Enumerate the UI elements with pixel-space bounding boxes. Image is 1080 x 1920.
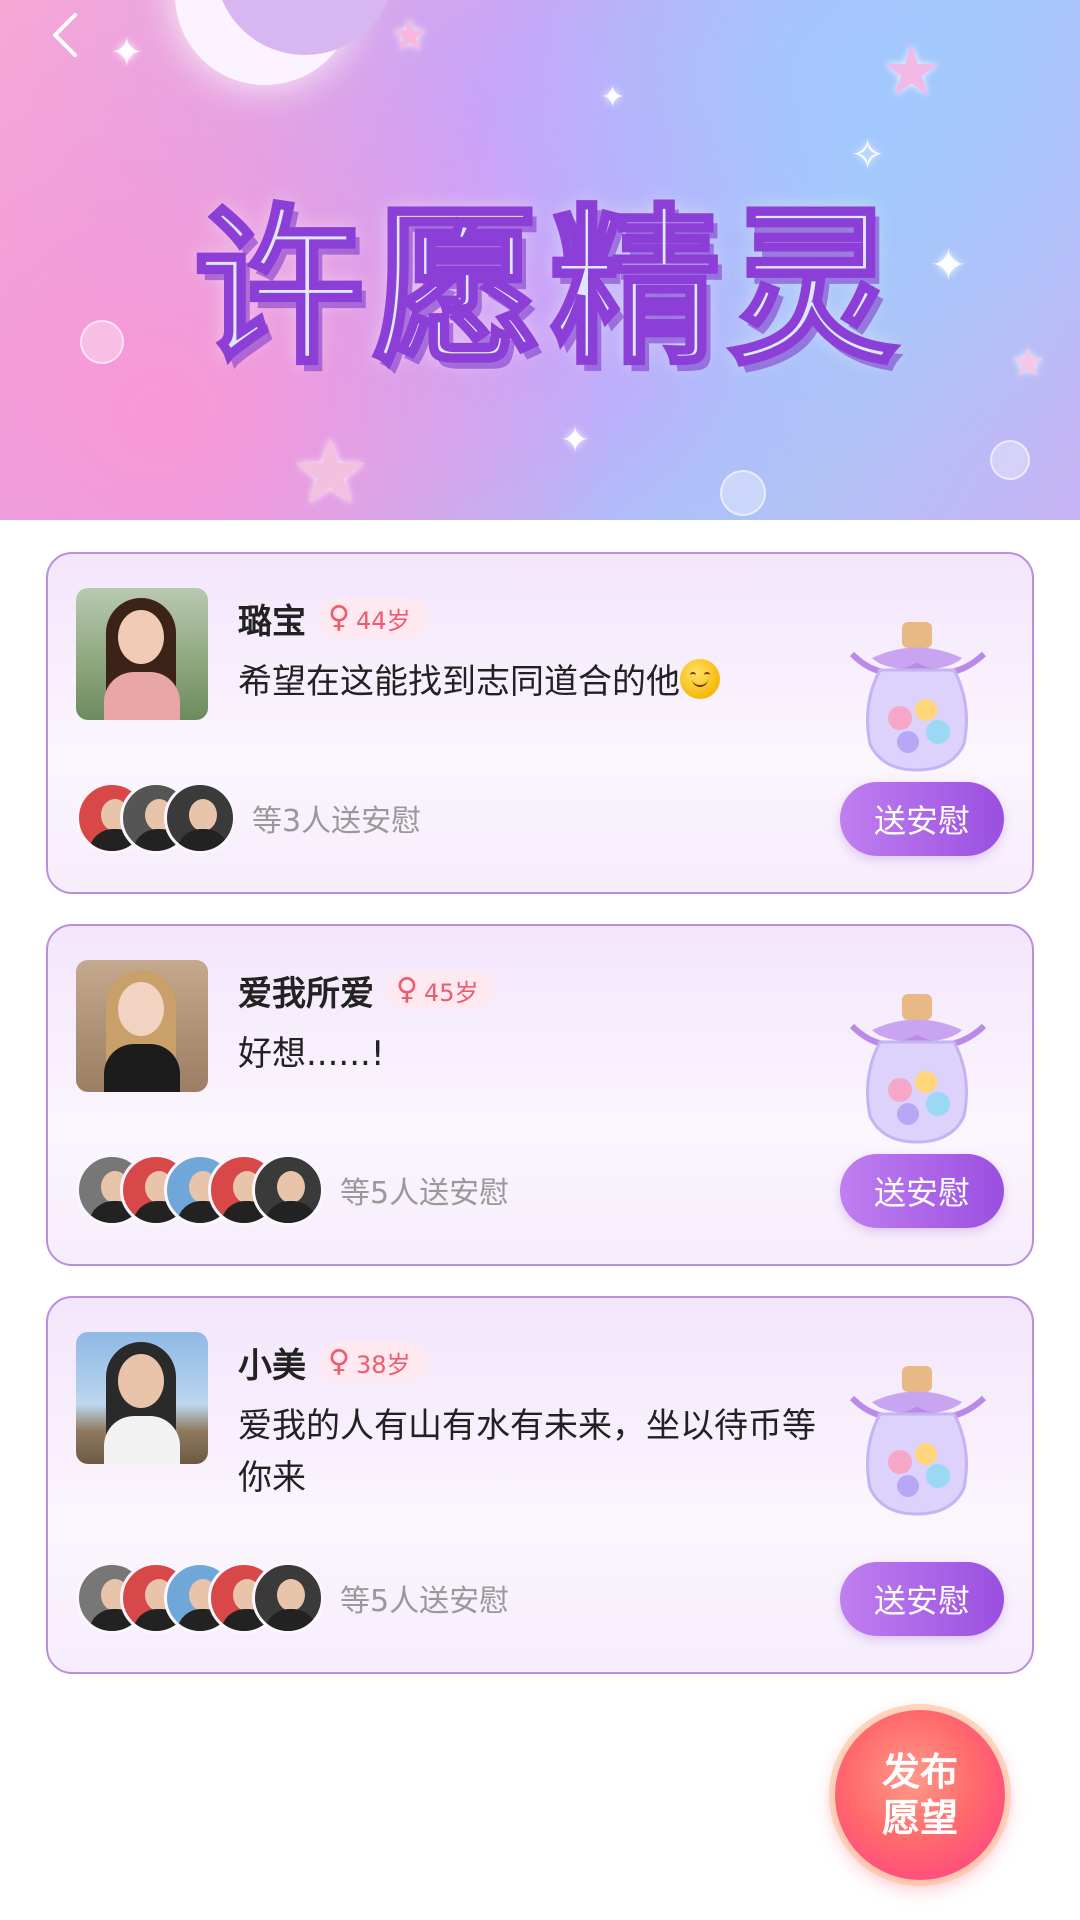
username: 璐宝	[238, 601, 306, 642]
avatar[interactable]	[76, 960, 208, 1092]
smile-emoji-icon	[680, 659, 720, 699]
wish-bottle-icon	[849, 1366, 987, 1516]
female-icon: ♀	[396, 972, 418, 1007]
avatar[interactable]	[76, 1332, 208, 1464]
banner-title: 许愿精灵	[192, 186, 906, 390]
wish-card: 小美 ♀ 38岁 爱我的人有山有水有未来，坐以待币等你来 等5人送安慰 送安慰	[46, 1296, 1034, 1674]
wish-text-block: 爱我的人有山有水有未来，坐以待币等你来	[238, 1400, 838, 1504]
star-icon: ★	[290, 420, 371, 520]
female-icon: ♀	[328, 600, 350, 635]
supporters-count: 等3人送安慰	[252, 804, 422, 839]
wish-text: 好想......!	[238, 1034, 385, 1074]
supporters-count: 等5人送安慰	[340, 1584, 510, 1619]
header-banner: ✦ ★ ✦ ★ ✧ ✦ ★ ★ ✦ 许愿精灵	[0, 0, 1080, 520]
supporter-avatar	[252, 1154, 324, 1226]
age-badge: ♀ 44岁	[318, 598, 427, 638]
wish-card: 爱我所爱 ♀ 45岁 好想......! 等5人送安慰 送安慰	[46, 924, 1034, 1266]
star-icon: ✦	[560, 420, 591, 461]
avatar[interactable]	[76, 588, 208, 720]
username: 小美	[238, 1345, 306, 1386]
back-button[interactable]	[40, 10, 90, 60]
bubble-decoration	[990, 440, 1030, 480]
supporters-group[interactable]: 等3人送安慰	[76, 782, 421, 854]
username: 爱我所爱	[238, 973, 374, 1014]
supporters-count: 等5人送安慰	[340, 1176, 510, 1211]
moon-decoration	[175, 0, 395, 85]
wish-text: 爱我的人有山有水有未来，坐以待币等你来	[238, 1406, 816, 1498]
age-label: 44岁	[355, 606, 411, 635]
age-badge: ♀ 45岁	[386, 970, 495, 1010]
supporter-avatar	[252, 1562, 324, 1634]
wish-text-block: 好想......!	[238, 1028, 838, 1080]
wish-card: 璐宝 ♀ 44岁 希望在这能找到志同道合的他 等3人送安慰 送安慰	[46, 552, 1034, 894]
age-label: 45岁	[423, 978, 479, 1007]
wish-bottle-icon	[849, 994, 987, 1144]
star-icon: ★	[1010, 340, 1046, 386]
wish-bottle-icon	[849, 622, 987, 772]
female-icon: ♀	[328, 1344, 350, 1379]
wish-text-block: 希望在这能找到志同道合的他	[238, 656, 838, 708]
send-comfort-button[interactable]: 送安慰	[840, 782, 1004, 856]
publish-wish-label: 发布愿望	[881, 1750, 958, 1840]
star-icon: ✦	[600, 80, 626, 115]
send-comfort-button[interactable]: 送安慰	[840, 1562, 1004, 1636]
star-icon: ✦	[110, 30, 144, 76]
bubble-decoration	[80, 320, 124, 364]
age-badge: ♀ 38岁	[318, 1342, 427, 1382]
chevron-left-icon	[53, 13, 77, 57]
send-comfort-button[interactable]: 送安慰	[840, 1154, 1004, 1228]
age-label: 38岁	[355, 1350, 411, 1379]
publish-wish-button[interactable]: 发布愿望	[835, 1710, 1005, 1880]
supporter-avatar	[164, 782, 236, 854]
wish-text: 希望在这能找到志同道合的他	[238, 662, 680, 702]
star-icon: ★	[880, 30, 943, 112]
supporters-group[interactable]: 等5人送安慰	[76, 1154, 509, 1226]
supporters-group[interactable]: 等5人送安慰	[76, 1562, 509, 1634]
bubble-decoration	[720, 470, 766, 516]
star-icon: ★	[390, 10, 430, 61]
